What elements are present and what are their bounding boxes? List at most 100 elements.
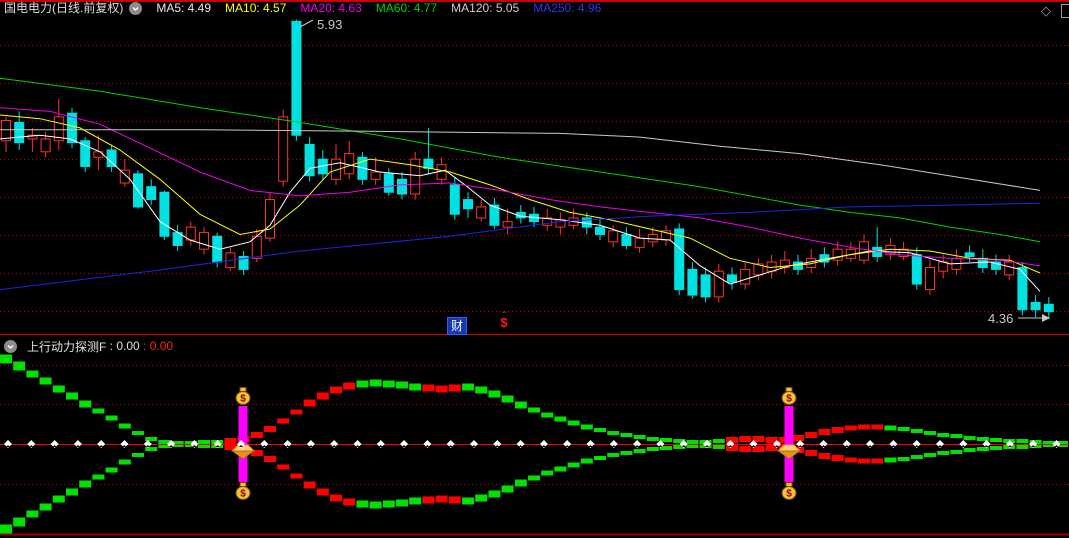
indicator-block-upper: [0, 354, 12, 364]
finance-news-badge[interactable]: 财: [447, 317, 467, 335]
indicator-block-lower: [501, 485, 514, 493]
indicator-block-upper: [13, 361, 26, 371]
candle-up: [555, 219, 566, 228]
indicator-block-lower: [132, 453, 144, 457]
indicator-block-lower: [435, 495, 448, 503]
candle-up: [251, 235, 262, 259]
indicator-block-upper: [316, 392, 329, 400]
indicator-block-upper: [462, 383, 474, 391]
candle-down: [106, 149, 117, 167]
price-and-indicator-canvas[interactable]: 5.93 4.36 $ $ $ $: [0, 0, 1069, 538]
candle-up: [199, 232, 209, 250]
svg-text:$: $: [786, 394, 792, 405]
indicator-block-lower: [594, 456, 606, 460]
money-bag-icon: $: [781, 387, 797, 405]
indicator-block-lower: [343, 498, 356, 506]
indicator-block-lower: [290, 473, 303, 479]
indicator-block-lower: [1016, 445, 1029, 449]
indicator-sep1: :: [106, 339, 117, 353]
indicator-block-lower: [541, 470, 554, 476]
candle-up: [265, 199, 275, 239]
indicator-sep2: :: [139, 339, 150, 353]
money-news-icon[interactable]: ˆ $: [497, 312, 511, 333]
money-bag-icon: $: [781, 482, 797, 500]
candle-up: [859, 241, 869, 261]
indicator-block-upper: [369, 379, 382, 387]
indicator-block-lower: [528, 475, 540, 481]
candle-down: [727, 274, 737, 283]
indicator-block-lower: [963, 448, 976, 452]
candle-down: [423, 158, 434, 169]
bracket-icon[interactable]: [1061, 4, 1069, 18]
gem-icon: [231, 450, 255, 460]
last-price-label: 4.36: [988, 311, 1013, 326]
indicator-block-upper: [686, 440, 699, 444]
indicator-block-upper: [66, 392, 78, 400]
indicator-block-upper: [924, 431, 936, 435]
indicator-block-lower: [316, 488, 329, 496]
indicator-block-upper: [330, 386, 342, 394]
indicator-block-lower: [448, 496, 461, 504]
chevron-down-icon[interactable]: [129, 1, 143, 15]
indicator-block-lower: [580, 458, 593, 464]
indicator-block-lower: [475, 494, 488, 502]
indicator-value-white: 0.00: [116, 339, 140, 353]
indicator-block-lower: [409, 497, 422, 505]
indicator-block-lower: [462, 497, 474, 505]
candle-up: [370, 171, 381, 180]
indicator-block-upper: [594, 428, 606, 432]
indicator-block-upper: [448, 384, 461, 392]
indicator-block-lower: [554, 466, 567, 472]
indicator-block-upper: [976, 437, 989, 441]
indicator-block-upper: [514, 401, 527, 409]
indicator-block-upper: [422, 384, 435, 392]
chevron-down-icon[interactable]: [4, 339, 17, 353]
indicator-block-upper: [79, 400, 92, 408]
indicator-block-upper: [1016, 439, 1029, 443]
indicator-header: 上行动力探测F : 0.00 : 0.00: [4, 338, 173, 354]
indicator-block-upper: [858, 424, 870, 430]
indicator-block-upper: [435, 385, 448, 393]
candle-up: [476, 206, 487, 219]
indicator-block-lower: [13, 517, 26, 527]
indicator-block-lower: [145, 447, 158, 451]
indicator-block-upper: [633, 435, 646, 439]
stock-chart-app: 5.93 4.36 $ $ $ $ 国电电力(日线.前复权) MA5: 4.49 MA10…: [0, 0, 1069, 538]
indicator-block-lower: [26, 510, 39, 518]
indicator-block-upper: [303, 399, 316, 407]
candle-down: [1030, 301, 1041, 311]
diamond-icon[interactable]: ◇: [1041, 3, 1051, 19]
ma5-label: MA5: 4.49: [156, 1, 212, 15]
indicator-block-lower: [277, 464, 290, 470]
indicator-block-lower: [607, 453, 620, 457]
candle-down: [687, 268, 698, 296]
indicator-block-lower: [369, 501, 382, 509]
candle-up: [647, 233, 658, 243]
indicator-block-lower: [633, 449, 646, 453]
ma120-label: MA120: 5.05: [451, 1, 520, 15]
indicator-block-upper: [990, 438, 1002, 442]
indicator-block-upper: [52, 385, 65, 393]
indicator-block-lower: [488, 490, 501, 498]
indicator-block-upper: [818, 429, 831, 435]
candle-down: [1017, 267, 1028, 311]
ma10-label: MA10: 4.57: [225, 1, 287, 15]
indicator-block-lower: [620, 451, 633, 455]
indicator-block-upper: [118, 423, 131, 429]
candle-up: [278, 116, 289, 182]
indicator-block-lower: [356, 500, 369, 508]
indicator-block-upper: [910, 429, 923, 433]
indicator-block-upper: [39, 377, 52, 385]
indicator-block-upper: [528, 407, 540, 413]
indicator-name: 上行动力探测F: [27, 339, 107, 354]
indicator-block-upper: [541, 412, 554, 418]
indicator-block-lower: [567, 462, 580, 468]
stock-title: 国电电力(日线.前复权): [4, 1, 124, 15]
money-bag-icon: $: [235, 387, 251, 405]
indicator-block-upper: [264, 426, 276, 432]
high-tick: [299, 19, 314, 28]
candle-down: [304, 143, 315, 177]
indicator-block-lower: [92, 474, 105, 480]
indicator-block-upper: [356, 380, 369, 388]
candle-down: [449, 184, 460, 215]
